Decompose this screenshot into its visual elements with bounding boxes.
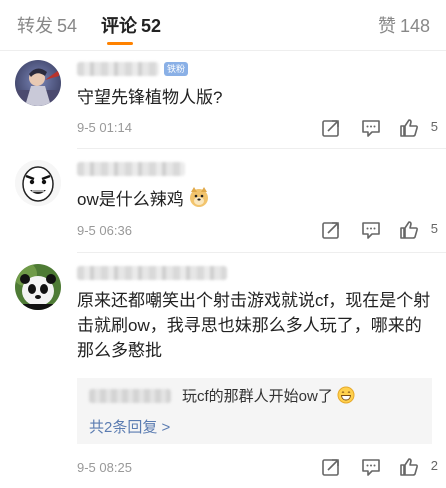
comment-text-row: ow是什么辣鸡 xyxy=(77,186,432,215)
like-count: 2 xyxy=(430,458,438,473)
avatar[interactable] xyxy=(15,264,61,310)
comment-actions: 5 xyxy=(298,219,438,241)
more-replies-link[interactable]: 共2条回复 > xyxy=(89,416,170,437)
tab-like-count: 148 xyxy=(399,16,430,36)
thumbs-up-icon[interactable] xyxy=(398,456,420,478)
reply-username-blurred[interactable] xyxy=(89,389,171,403)
comment-icon[interactable] xyxy=(360,219,382,241)
comment-tabs: 转发 54 评论 52 赞 148 xyxy=(0,0,446,51)
username-blurred[interactable] xyxy=(77,266,227,280)
doge-icon xyxy=(188,186,210,215)
tab-like-label: 赞 xyxy=(377,16,396,36)
like-count: 5 xyxy=(430,119,438,134)
username-blurred[interactable] xyxy=(77,162,185,176)
divider xyxy=(77,252,446,253)
comment-text: 原来还都嘲笑出个射击游戏就说cf，现在是个射击就刷ow，我寻思也妹那么多人玩了，… xyxy=(77,291,431,360)
tab-repost[interactable]: 转发 54 xyxy=(17,12,77,38)
tab-like[interactable]: 赞 148 xyxy=(378,12,430,38)
avatar[interactable] xyxy=(15,60,61,106)
share-icon[interactable] xyxy=(320,219,342,241)
reply-preview[interactable]: 玩cf的那群人开始ow了 共2条回复 > xyxy=(77,378,432,444)
share-icon[interactable] xyxy=(320,117,342,139)
comment-text: 守望先锋植物人版? xyxy=(77,88,223,107)
thumbs-up-icon[interactable] xyxy=(398,117,420,139)
tab-repost-label: 转发 xyxy=(17,16,53,36)
comment-icon[interactable] xyxy=(360,117,382,139)
comment-time: 9-5 01:14 xyxy=(77,120,132,135)
tab-comment[interactable]: 评论 52 xyxy=(101,12,161,38)
reply-text-row: 玩cf的那群人开始ow了 xyxy=(182,385,355,408)
divider xyxy=(77,148,446,149)
comment-text: ow是什么辣鸡 xyxy=(77,189,184,209)
like-count: 5 xyxy=(430,221,438,236)
username-blurred[interactable] xyxy=(77,62,159,76)
tab-comment-count: 52 xyxy=(141,16,162,36)
share-icon[interactable] xyxy=(320,456,342,478)
avatar[interactable] xyxy=(15,160,61,206)
comment-time: 9-5 06:36 xyxy=(77,223,132,238)
tab-repost-count: 54 xyxy=(57,16,78,36)
tab-comment-label: 评论 xyxy=(101,16,137,36)
comment-icon[interactable] xyxy=(360,456,382,478)
reply-text: 玩cf的那群人开始ow了 xyxy=(182,388,333,405)
active-tab-indicator xyxy=(107,42,133,45)
fan-badge: 铁粉 xyxy=(164,62,189,76)
comment-time: 9-5 08:25 xyxy=(77,460,132,475)
comment-actions: 2 xyxy=(298,456,438,478)
grin-icon xyxy=(337,386,355,408)
thumbs-up-icon[interactable] xyxy=(398,219,420,241)
comment-actions: 5 xyxy=(298,117,438,139)
